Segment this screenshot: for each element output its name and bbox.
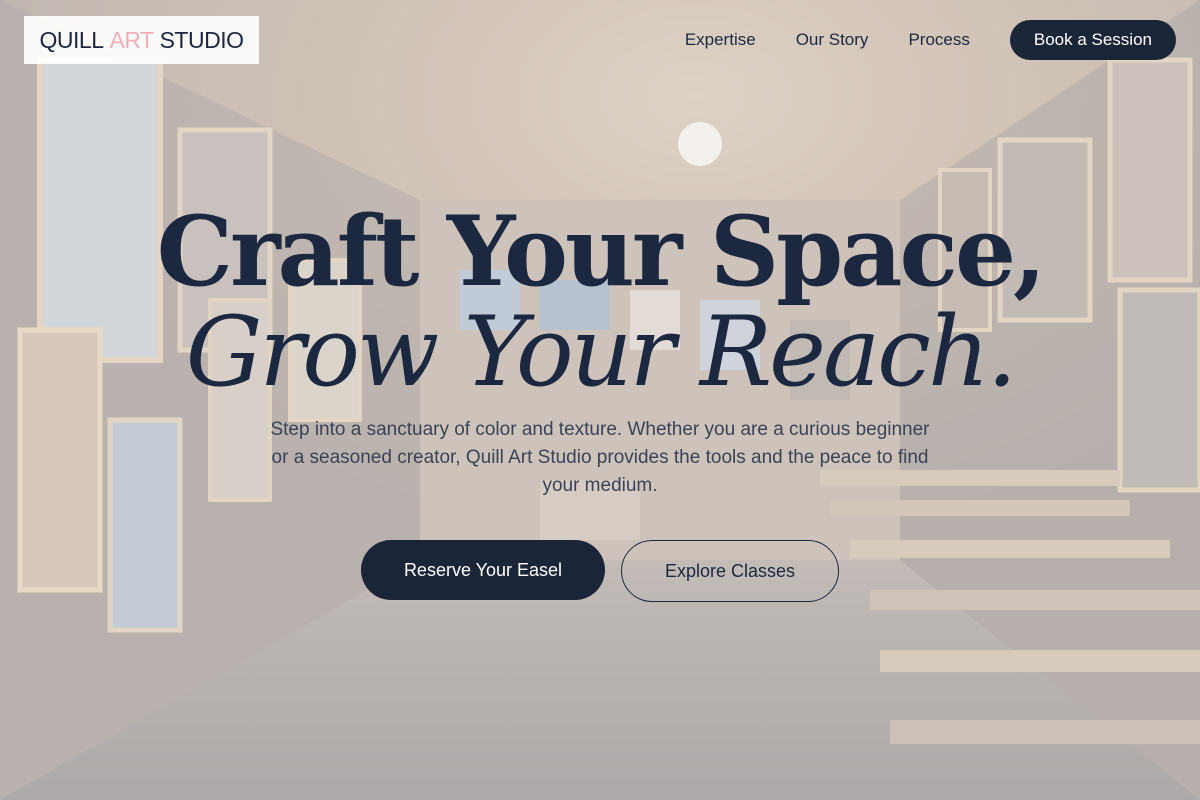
nav-link-process[interactable]: Process [908,30,969,50]
hero-headline-line2: Grow Your Reach. [185,296,1018,408]
brand-logo[interactable]: QUILL ART STUDIO [24,16,259,64]
hero-description: Step into a sanctuary of color and textu… [270,419,930,496]
top-nav: Expertise Our Story Process Book a Sessi… [685,20,1176,60]
brand-name-left: QUILL [39,26,104,53]
hero-headline-line1: Craft Your Space, [156,195,1047,308]
book-session-button[interactable]: Book a Session [1009,20,1176,60]
explore-classes-button[interactable]: Explore Classes [621,540,839,602]
brand-name-accent: ART [109,26,155,53]
hero-cta-group: Reserve Your Easel Explore Classes [0,540,1200,602]
reserve-easel-button[interactable]: Reserve Your Easel [361,540,605,600]
brand-name-right: STUDIO [159,26,244,53]
nav-link-expertise[interactable]: Expertise [685,30,756,50]
nav-link-our-story[interactable]: Our Story [796,30,869,50]
hero-headline: Craft Your Space, Grow Your Reach. [0,195,1200,408]
